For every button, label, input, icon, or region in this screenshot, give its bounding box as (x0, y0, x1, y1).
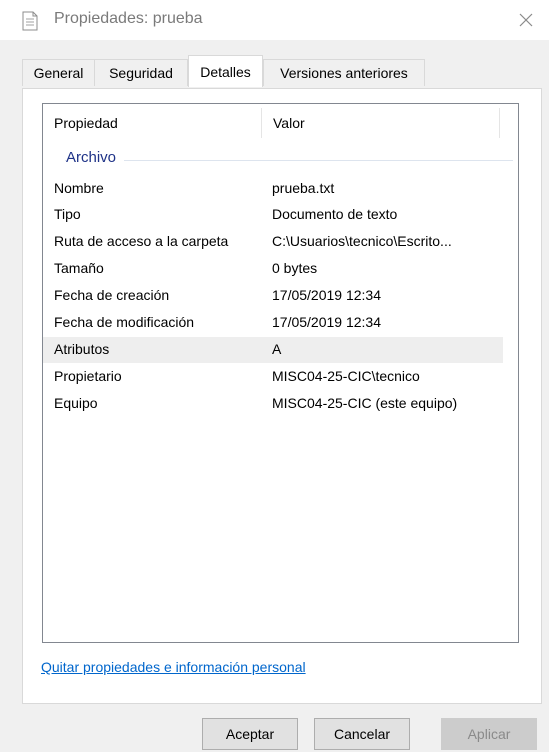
tab-seguridad[interactable]: Seguridad (94, 59, 188, 86)
tab-general[interactable]: General (22, 59, 95, 86)
property-value: Documento de texto (272, 206, 398, 222)
property-value: MISC04-25-CIC (este equipo) (272, 395, 458, 411)
property-name: Fecha de creación (54, 287, 170, 303)
tab-detalles[interactable]: Detalles (188, 55, 263, 87)
apply-button[interactable]: Aplicar (441, 718, 537, 750)
tab-strip: General Seguridad Detalles Versiones ant… (22, 55, 542, 89)
details-panel: Propiedad Valor Archivo Nombre prueba.tx… (22, 88, 542, 704)
window-title: Propiedades: prueba (54, 10, 203, 27)
property-row[interactable]: Ruta de acceso a la carpeta C:\Usuarios\… (43, 229, 503, 255)
property-name: Nombre (54, 180, 104, 196)
column-header-value[interactable]: Valor (273, 115, 305, 131)
properties-dialog: Propiedades: prueba General Seguridad De… (0, 0, 549, 752)
property-name: Fecha de modificación (54, 314, 195, 330)
property-value: C:\Usuarios\tecnico\Escrito... (272, 233, 452, 249)
tab-versiones-anteriores[interactable]: Versiones anteriores (263, 59, 425, 86)
property-value: 17/05/2019 12:34 (272, 314, 381, 330)
close-icon (519, 13, 533, 27)
ok-button[interactable]: Aceptar (202, 718, 298, 750)
column-header-property[interactable]: Propiedad (54, 115, 118, 131)
property-row[interactable]: Tipo Documento de texto (43, 202, 503, 228)
property-row[interactable]: Equipo MISC04-25-CIC (este equipo) (43, 391, 503, 417)
remove-properties-link[interactable]: Quitar propiedades e información persona… (41, 659, 306, 675)
property-row[interactable]: Tamaño 0 bytes (43, 256, 503, 282)
property-name: Tipo (54, 206, 81, 222)
property-row[interactable]: Fecha de creación 17/05/2019 12:34 (43, 283, 503, 309)
property-row[interactable]: Fecha de modificación 17/05/2019 12:34 (43, 310, 503, 336)
property-value: prueba.txt (272, 180, 335, 196)
cancel-button[interactable]: Cancelar (314, 718, 410, 750)
group-divider (65, 160, 513, 161)
property-name: Ruta de acceso a la carpeta (54, 233, 229, 249)
list-header: Propiedad Valor (43, 104, 518, 142)
property-value: MISC04-25-CIC\tecnico (272, 368, 420, 384)
property-row[interactable]: Nombre prueba.txt (43, 176, 503, 202)
property-name: Atributos (54, 341, 110, 357)
close-button[interactable] (503, 0, 549, 40)
property-value: 17/05/2019 12:34 (272, 287, 381, 303)
column-divider[interactable] (261, 108, 262, 138)
property-name: Equipo (54, 395, 98, 411)
property-value: A (272, 341, 282, 357)
property-name: Tamaño (54, 260, 104, 276)
group-header-archivo: Archivo (66, 149, 125, 166)
properties-list[interactable]: Propiedad Valor Archivo Nombre prueba.tx… (42, 103, 519, 643)
property-row[interactable]: Propietario MISC04-25-CIC\tecnico (43, 364, 503, 390)
column-divider[interactable] (499, 108, 500, 138)
property-name: Propietario (54, 368, 122, 384)
property-row-selected[interactable]: Atributos A (43, 337, 503, 363)
text-document-icon (22, 11, 38, 31)
property-value: 0 bytes (272, 260, 318, 276)
title-bar[interactable]: Propiedades: prueba (0, 0, 549, 40)
